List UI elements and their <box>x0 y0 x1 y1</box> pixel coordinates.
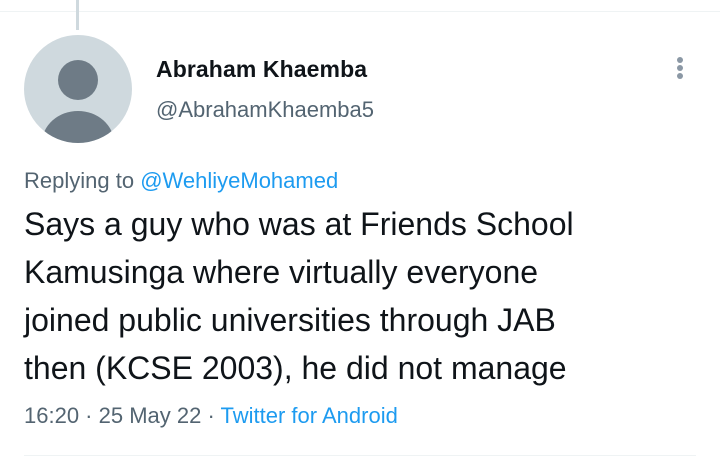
bottom-divider <box>24 455 696 456</box>
default-profile-icon <box>42 60 114 143</box>
tweet-metadata: 16:20 · 25 May 22 · Twitter for Android <box>24 403 398 429</box>
replying-to-label: Replying to <box>24 168 141 193</box>
replying-to-mention[interactable]: @WehliyeMohamed <box>140 168 338 193</box>
replying-to: Replying to @WehliyeMohamed <box>24 168 338 194</box>
more-options-icon <box>677 65 683 71</box>
more-options-icon <box>677 73 683 79</box>
more-options-button[interactable] <box>664 52 696 84</box>
tweet-date[interactable]: 25 May 22 <box>99 403 202 428</box>
meta-separator: · <box>79 403 99 428</box>
thread-connector-line <box>76 0 79 30</box>
author-handle[interactable]: @AbrahamKhaemba5 <box>156 97 374 123</box>
meta-separator: · <box>201 403 221 428</box>
tweet-source[interactable]: Twitter for Android <box>221 403 398 428</box>
tweet-text-line: joined public universities through JAB <box>24 302 556 338</box>
tweet-text-line: Kamusinga where virtually everyone <box>24 254 539 290</box>
more-options-icon <box>677 57 683 63</box>
tweet-text: Says a guy who was at Friends School Kam… <box>24 200 704 392</box>
tweet-text-line: Says a guy who was at Friends School <box>24 206 574 242</box>
top-divider <box>0 11 720 12</box>
tweet-text-line: then (KCSE 2003), he did not manage <box>24 350 567 386</box>
avatar[interactable] <box>24 35 132 143</box>
author-name[interactable]: Abraham Khaemba <box>156 56 367 83</box>
tweet-time[interactable]: 16:20 <box>24 403 79 428</box>
